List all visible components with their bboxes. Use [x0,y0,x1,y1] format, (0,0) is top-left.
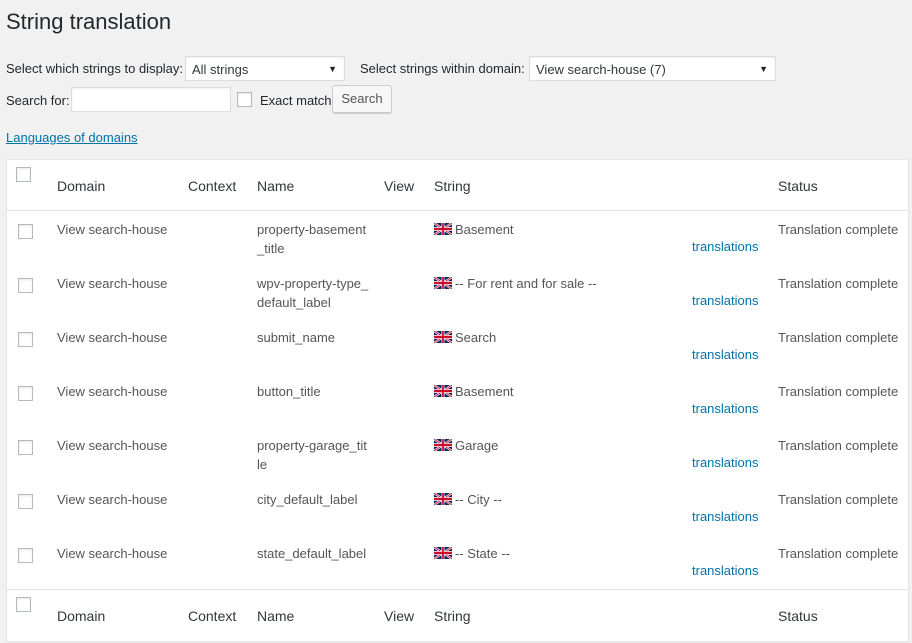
footer-header-name[interactable]: Name [257,608,294,624]
row-name: state_default_label [257,546,367,561]
row-checkbox[interactable] [18,494,33,509]
row-domain: View search-house [57,222,168,237]
domain-filter-value: View search-house (7) [536,62,666,77]
display-filter-select[interactable]: All strings ▼ [185,56,345,81]
uk-flag-icon [434,331,452,343]
row-domain: View search-house [57,546,168,561]
row-name: wpv-property-type_default_label [257,276,369,310]
row-translations-link[interactable]: translations [692,239,758,254]
row-checkbox[interactable] [18,332,33,347]
row-status: Translation complete [778,384,899,399]
column-header-name[interactable]: Name [257,178,294,194]
column-header-status[interactable]: Status [778,178,818,194]
row-name: city_default_label [257,492,358,507]
row-translations-link[interactable]: translations [692,347,758,362]
chevron-down-icon: ▼ [759,64,768,74]
select-all-footer-checkbox[interactable] [16,597,31,612]
column-header-domain[interactable]: Domain [57,178,105,194]
chevron-down-icon: ▼ [328,64,337,74]
footer-header-context[interactable]: Context [188,608,236,624]
domain-filter-select[interactable]: View search-house (7) ▼ [529,56,776,81]
header-divider [7,210,908,211]
row-domain: View search-house [57,492,168,507]
row-translations-link[interactable]: translations [692,509,758,524]
row-name: property-garage_title [257,438,367,472]
uk-flag-icon [434,547,452,559]
row-string: Basement [434,220,514,239]
footer-header-string[interactable]: String [434,608,471,624]
exact-match-label: Exact match [260,93,332,108]
row-name: submit_name [257,330,336,345]
uk-flag-icon [434,385,452,397]
row-string-text: Garage [455,438,499,453]
row-translations-link[interactable]: translations [692,455,758,470]
row-string-text: -- City -- [455,492,502,507]
row-string: -- For rent and for sale -- [434,274,597,293]
row-name: button_title [257,384,321,399]
row-string-text: Basement [455,384,514,399]
footer-divider [7,589,908,590]
footer-header-status[interactable]: Status [778,608,818,624]
row-translations-link[interactable]: translations [692,401,758,416]
column-header-context[interactable]: Context [188,178,236,194]
row-status: Translation complete [778,546,899,561]
languages-of-domains-link[interactable]: Languages of domains [6,130,138,145]
row-status: Translation complete [778,222,899,237]
column-header-string[interactable]: String [434,178,471,194]
display-filter-label: Select which strings to display: [6,61,184,76]
row-string: Search [434,328,496,347]
page-title: String translation [6,9,172,34]
row-status: Translation complete [778,330,899,345]
row-string: Basement [434,382,514,401]
row-checkbox[interactable] [18,548,33,563]
uk-flag-icon [434,223,452,235]
row-string-text: Basement [455,222,514,237]
exact-match-checkbox[interactable] [237,92,252,107]
row-string-text: -- State -- [455,546,510,561]
row-string-text: -- For rent and for sale -- [455,276,597,291]
row-domain: View search-house [57,384,168,399]
domain-filter-label: Select strings within domain: [360,61,525,76]
row-translations-link[interactable]: translations [692,563,758,578]
uk-flag-icon [434,493,452,505]
search-label: Search for: [6,93,70,108]
select-all-checkbox[interactable] [16,167,31,182]
search-button[interactable]: Search [332,85,392,113]
strings-table: Domain Context Name View String Status V… [6,159,909,642]
display-filter-value: All strings [192,62,249,77]
row-domain: View search-house [57,330,168,345]
row-checkbox[interactable] [18,440,33,455]
uk-flag-icon [434,439,452,451]
row-string: -- State -- [434,544,510,563]
footer-header-view[interactable]: View [384,608,414,624]
row-checkbox[interactable] [18,224,33,239]
row-domain: View search-house [57,438,168,453]
row-status: Translation complete [778,276,899,291]
row-checkbox[interactable] [18,386,33,401]
uk-flag-icon [434,277,452,289]
row-string: Garage [434,436,498,455]
row-checkbox[interactable] [18,278,33,293]
row-status: Translation complete [778,438,899,453]
row-string: -- City -- [434,490,502,509]
search-input[interactable] [71,87,231,112]
row-string-text: Search [455,330,497,345]
footer-header-domain[interactable]: Domain [57,608,105,624]
column-header-view[interactable]: View [384,178,414,194]
row-translations-link[interactable]: translations [692,293,758,308]
row-status: Translation complete [778,492,899,507]
row-domain: View search-house [57,276,168,291]
row-name: property-basement_title [257,222,367,256]
